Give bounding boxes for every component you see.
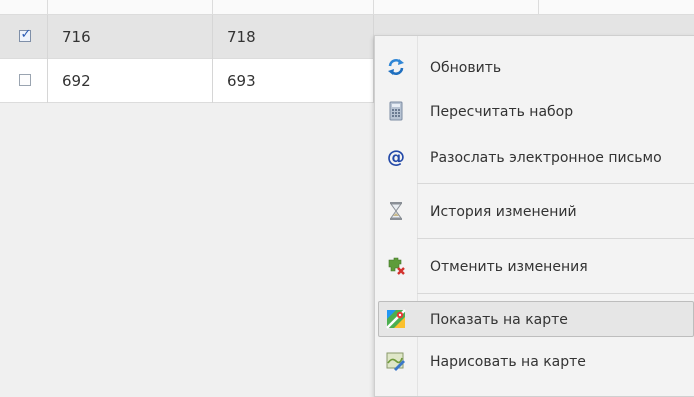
checkmark-icon: ✓ bbox=[20, 27, 32, 42]
map-icon bbox=[386, 309, 406, 329]
menu-item-label: История изменений bbox=[430, 204, 577, 220]
menu-separator bbox=[417, 238, 694, 239]
menu-item-recalculate[interactable]: Пересчитать набор bbox=[375, 94, 694, 130]
menu-separator bbox=[417, 293, 694, 294]
menu-item-label: Обновить bbox=[430, 60, 502, 76]
row-checkbox[interactable] bbox=[19, 74, 31, 86]
header-divider bbox=[373, 0, 374, 14]
menu-item-label: Разослать электронное письмо bbox=[430, 150, 662, 166]
menu-item-label: Пересчитать набор bbox=[430, 104, 574, 120]
grid-header bbox=[0, 0, 694, 15]
context-menu: Обновить Пересчитать набор @ Разослать э… bbox=[374, 35, 694, 397]
draw-on-map-icon bbox=[386, 351, 406, 371]
undo-changes-icon bbox=[386, 256, 406, 276]
menu-item-label: Показать на карте bbox=[430, 312, 568, 328]
menu-item-undo-changes[interactable]: Отменить изменения bbox=[375, 249, 694, 285]
menu-separator bbox=[417, 183, 694, 184]
row-checkbox-cell: ✓ bbox=[0, 15, 47, 59]
menu-item-label: Отменить изменения bbox=[430, 259, 588, 275]
table-cell: 692 bbox=[62, 72, 91, 90]
menu-item-send-email[interactable]: @ Разослать электронное письмо bbox=[375, 140, 694, 176]
row-checkbox-cell bbox=[0, 59, 47, 103]
menu-item-history[interactable]: История изменений bbox=[375, 194, 694, 230]
email-at-icon: @ bbox=[386, 147, 406, 168]
row-checkbox[interactable]: ✓ bbox=[19, 27, 32, 42]
header-divider bbox=[538, 0, 539, 14]
menu-item-show-on-map[interactable]: Показать на карте bbox=[378, 301, 694, 337]
table-cell: 718 bbox=[227, 28, 256, 46]
menu-item-refresh[interactable]: Обновить bbox=[375, 50, 694, 86]
menu-item-label: Нарисовать на карте bbox=[430, 354, 586, 370]
header-divider bbox=[47, 0, 48, 14]
calculator-icon bbox=[386, 101, 406, 121]
table-cell: 693 bbox=[227, 72, 256, 90]
svg-text:@: @ bbox=[387, 147, 405, 167]
hourglass-icon bbox=[386, 201, 406, 221]
table-cell: 716 bbox=[62, 28, 91, 46]
refresh-icon bbox=[386, 57, 406, 77]
menu-item-draw-on-map[interactable]: Нарисовать на карте bbox=[375, 344, 694, 380]
header-divider bbox=[212, 0, 213, 14]
